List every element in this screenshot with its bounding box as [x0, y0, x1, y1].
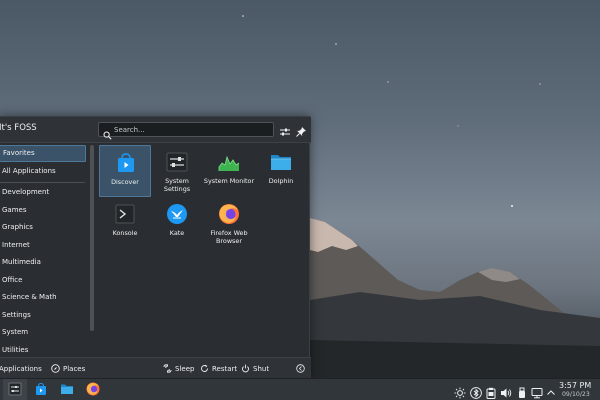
pin-icon[interactable]	[295, 123, 307, 137]
taskbar-firefox[interactable]	[81, 379, 105, 400]
app-system-monitor[interactable]: System Monitor	[203, 145, 255, 197]
sleep-icon	[163, 364, 172, 373]
discover-icon	[36, 382, 46, 395]
tab-places[interactable]: Places	[51, 358, 91, 380]
search-icon	[103, 125, 112, 144]
sidebar-item-games[interactable]: Games	[0, 202, 86, 219]
user-name: It's FOSS	[0, 123, 37, 133]
app-label: System Settings	[163, 177, 191, 193]
clock-date[interactable]: 09/10/23	[562, 391, 590, 398]
sidebar-item-development[interactable]: Development	[0, 184, 86, 201]
app-label: System Monitor	[203, 177, 255, 185]
sidebar-item-system[interactable]: System	[0, 324, 86, 341]
volume-icon[interactable]	[500, 384, 512, 398]
configure-launcher-icon[interactable]	[279, 123, 291, 136]
more-options-icon	[296, 364, 305, 373]
app-label: Dolphin	[268, 177, 294, 185]
sidebar-item-internet[interactable]: Internet	[0, 237, 86, 254]
launcher-button[interactable]	[3, 379, 27, 400]
restart-label: Restart	[212, 365, 238, 373]
app-discover[interactable]: Discover	[99, 145, 151, 197]
application-launcher: It's FOSS Favorites All Applications Dev…	[0, 116, 311, 395]
konsole-terminal-icon	[114, 203, 136, 225]
app-dolphin[interactable]: Dolphin	[255, 145, 307, 197]
taskbar-dolphin[interactable]	[55, 379, 79, 400]
sleep-label: Sleep	[175, 365, 195, 373]
sidebar-item-office[interactable]: Office	[0, 272, 86, 289]
sidebar-item-graphics[interactable]: Graphics	[0, 219, 86, 236]
sidebar-item-all-applications[interactable]: All Applications	[0, 163, 86, 180]
system-monitor-icon	[218, 151, 240, 173]
restart-icon	[201, 364, 208, 372]
power-icon	[242, 364, 249, 373]
expand-tray-icon[interactable]	[545, 384, 557, 396]
dolphin-folder-icon	[61, 384, 73, 394]
app-system-settings[interactable]: System Settings	[151, 145, 203, 197]
app-kate[interactable]: Kate	[151, 197, 203, 249]
sidebar-item-settings[interactable]: Settings	[0, 307, 86, 324]
leave-menu-button[interactable]	[296, 358, 308, 380]
tab-places-label: Places	[63, 365, 86, 373]
app-label: Kate	[169, 229, 185, 237]
taskbar: 3:57 PM 09/10/23	[0, 378, 600, 400]
app-firefox[interactable]: Firefox Web Browser	[203, 197, 255, 249]
brightness-icon[interactable]	[454, 384, 466, 399]
launcher-footer: Applications Places Sleep Restart Shut D…	[0, 357, 311, 395]
kate-editor-icon	[166, 203, 188, 225]
app-label: Discover	[111, 178, 139, 186]
sidebar-item-science-math[interactable]: Science & Math	[0, 289, 86, 306]
app-label: Konsole	[112, 229, 138, 237]
system-settings-icon	[166, 151, 188, 173]
usb-device-icon[interactable]	[516, 384, 528, 398]
discover-icon	[115, 152, 137, 174]
shutdown-button[interactable]: Shut Down	[241, 358, 291, 395]
app-label: Firefox Web Browser	[210, 229, 248, 245]
search-input[interactable]	[114, 124, 269, 135]
clock-time[interactable]: 3:57 PM	[559, 381, 591, 390]
firefox-icon	[86, 382, 100, 396]
compass-icon	[51, 364, 60, 373]
dolphin-folder-icon	[270, 151, 292, 173]
clipboard-icon[interactable]	[485, 384, 497, 399]
kde-application-launcher-icon	[8, 382, 22, 396]
network-icon[interactable]	[531, 384, 543, 399]
app-konsole[interactable]: Konsole	[99, 197, 151, 249]
search-field[interactable]	[98, 122, 274, 140]
sidebar-scrollbar[interactable]	[90, 145, 94, 331]
launcher-header: It's FOSS	[0, 117, 311, 143]
restart-button[interactable]: Restart	[200, 358, 240, 380]
taskbar-discover[interactable]	[29, 379, 53, 400]
category-sidebar: Favorites All Applications Development G…	[0, 144, 88, 356]
sidebar-item-favorites[interactable]: Favorites	[0, 145, 86, 162]
sidebar-divider	[0, 182, 85, 183]
tab-applications[interactable]: Applications	[0, 358, 42, 380]
firefox-icon	[218, 203, 240, 225]
sleep-button[interactable]: Sleep	[163, 358, 195, 380]
bluetooth-icon[interactable]	[470, 384, 482, 399]
sidebar-item-multimedia[interactable]: Multimedia	[0, 254, 86, 271]
favorites-grid: Discover System Settings System Monitor …	[96, 144, 310, 356]
